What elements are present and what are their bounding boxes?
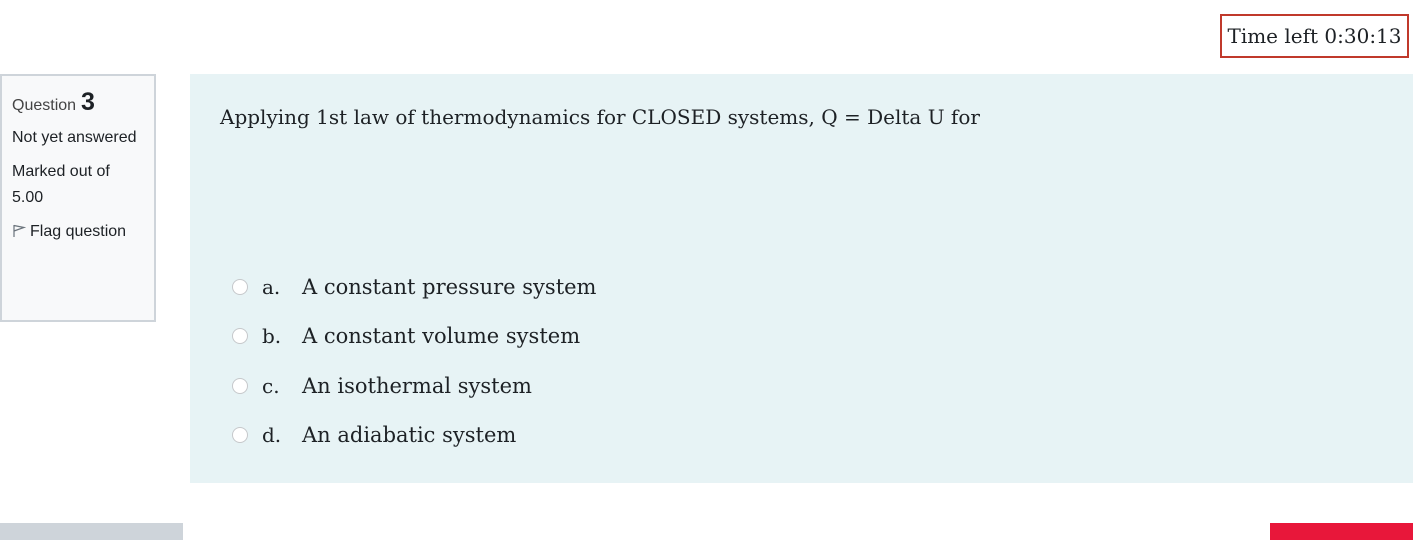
radio-button[interactable] <box>232 427 248 444</box>
timer-label: Time left 0:30:13 <box>1227 24 1402 48</box>
question-label: Question <box>12 97 77 114</box>
question-number-value: 3 <box>81 88 95 116</box>
previous-page-button[interactable] <box>0 523 183 540</box>
quiz-timer: Time left 0:30:13 <box>1220 14 1409 58</box>
option-letter: d. <box>262 423 282 448</box>
question-grade: Marked out of 5.00 <box>12 163 110 206</box>
next-page-button[interactable] <box>1270 523 1413 540</box>
option-letter: a. <box>262 274 281 299</box>
answer-option-a[interactable]: a. A constant pressure system <box>232 262 596 312</box>
question-state: Not yet answered <box>12 129 137 146</box>
radio-button[interactable] <box>232 278 248 295</box>
question-content: Applying 1st law of thermodynamics for C… <box>190 74 1413 483</box>
question-number: Question 3 <box>12 88 144 117</box>
flag-question-button[interactable]: Flag question <box>12 219 144 245</box>
radio-button[interactable] <box>232 328 248 345</box>
radio-button[interactable] <box>232 377 248 394</box>
answer-option-b[interactable]: b. A constant volume system <box>232 312 596 362</box>
flag-icon <box>12 223 30 240</box>
option-text: A constant volume system <box>302 324 581 349</box>
option-text: An adiabatic system <box>302 423 517 448</box>
answer-option-d[interactable]: d. An adiabatic system <box>232 411 596 461</box>
option-letter: c. <box>262 373 280 398</box>
answer-options: a. A constant pressure system b. A const… <box>232 262 596 460</box>
answer-option-c[interactable]: c. An isothermal system <box>232 361 596 411</box>
question-info-panel: Question 3 Not yet answered Marked out o… <box>0 74 156 322</box>
option-letter: b. <box>262 324 282 349</box>
flag-question-label: Flag question <box>30 223 127 240</box>
option-text: An isothermal system <box>302 373 532 398</box>
question-text: Applying 1st law of thermodynamics for C… <box>220 105 980 129</box>
option-text: A constant pressure system <box>302 274 597 299</box>
